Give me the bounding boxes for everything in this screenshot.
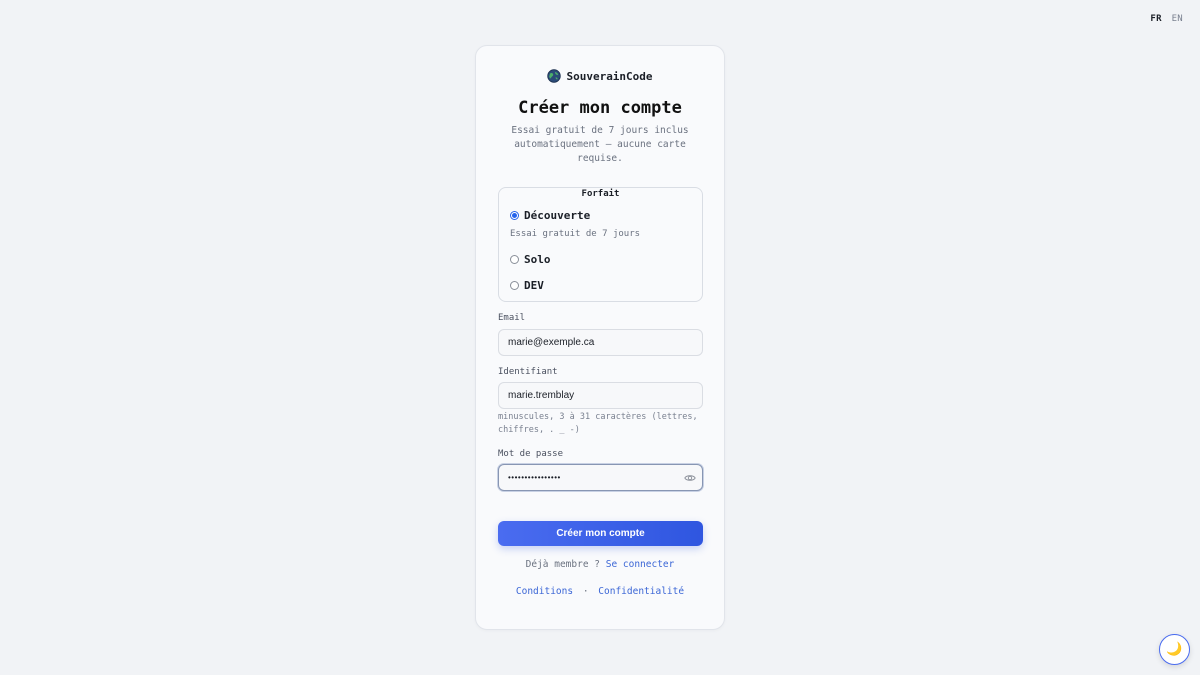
theme-toggle-button[interactable]: 🌙: [1159, 634, 1190, 665]
plan-fieldset: Forfait Découverte Essai gratuit de 7 jo…: [498, 187, 703, 302]
page-title: Créer mon compte: [518, 98, 682, 118]
plan-option-solo[interactable]: Solo: [510, 253, 551, 266]
password-value: ••••••••••••••••: [508, 473, 561, 482]
username-hint: minuscules, 3 à 31 caractères (lettres, …: [498, 412, 698, 435]
login-prompt-text: Déjà membre ?: [525, 559, 600, 570]
signup-card: SouverainCode Créer mon compte Essai gra…: [475, 45, 725, 630]
create-account-button[interactable]: Créer mon compte: [498, 521, 703, 546]
lang-en[interactable]: EN: [1172, 14, 1183, 24]
email-label: Email: [498, 313, 526, 323]
lang-fr[interactable]: FR: [1150, 14, 1161, 24]
footer-separator: ·: [582, 586, 589, 597]
privacy-link[interactable]: Confidentialité: [598, 586, 684, 597]
plan-legend: Forfait: [576, 189, 625, 199]
login-link[interactable]: Se connecter: [606, 559, 675, 570]
login-prompt: Déjà membre ? Se connecter: [476, 559, 724, 570]
brand: SouverainCode: [476, 69, 724, 83]
username-value: marie.tremblay: [508, 390, 575, 401]
plan-option-decouverte[interactable]: Découverte: [510, 209, 590, 222]
terms-link[interactable]: Conditions: [516, 586, 573, 597]
plan-option-label: DEV: [524, 279, 544, 292]
password-field[interactable]: ••••••••••••••••: [498, 464, 703, 491]
email-field[interactable]: marie@exemple.ca: [498, 329, 703, 356]
radio-solo[interactable]: [510, 255, 519, 264]
radio-dev[interactable]: [510, 281, 519, 290]
brand-name: SouverainCode: [566, 69, 653, 83]
eye-icon[interactable]: [684, 472, 696, 484]
plan-option-label: Solo: [524, 253, 551, 266]
moon-icon: 🌙: [1166, 642, 1183, 657]
plan-option-dev[interactable]: DEV: [510, 279, 544, 292]
plan-option-label: Découverte: [524, 209, 591, 222]
password-label: Mot de passe: [498, 449, 564, 459]
language-switcher: FR EN: [1146, 14, 1183, 24]
radio-decouverte[interactable]: [510, 211, 519, 220]
username-field[interactable]: marie.tremblay: [498, 382, 703, 409]
page-subtitle: Essai gratuit de 7 jours inclus automati…: [511, 125, 689, 164]
username-label: Identifiant: [498, 367, 558, 377]
email-value: marie@exemple.ca: [508, 337, 595, 348]
plan-option-description: Essai gratuit de 7 jours: [510, 229, 641, 239]
footer-links: Conditions · Confidentialité: [476, 586, 724, 597]
globe-icon: [547, 69, 562, 83]
